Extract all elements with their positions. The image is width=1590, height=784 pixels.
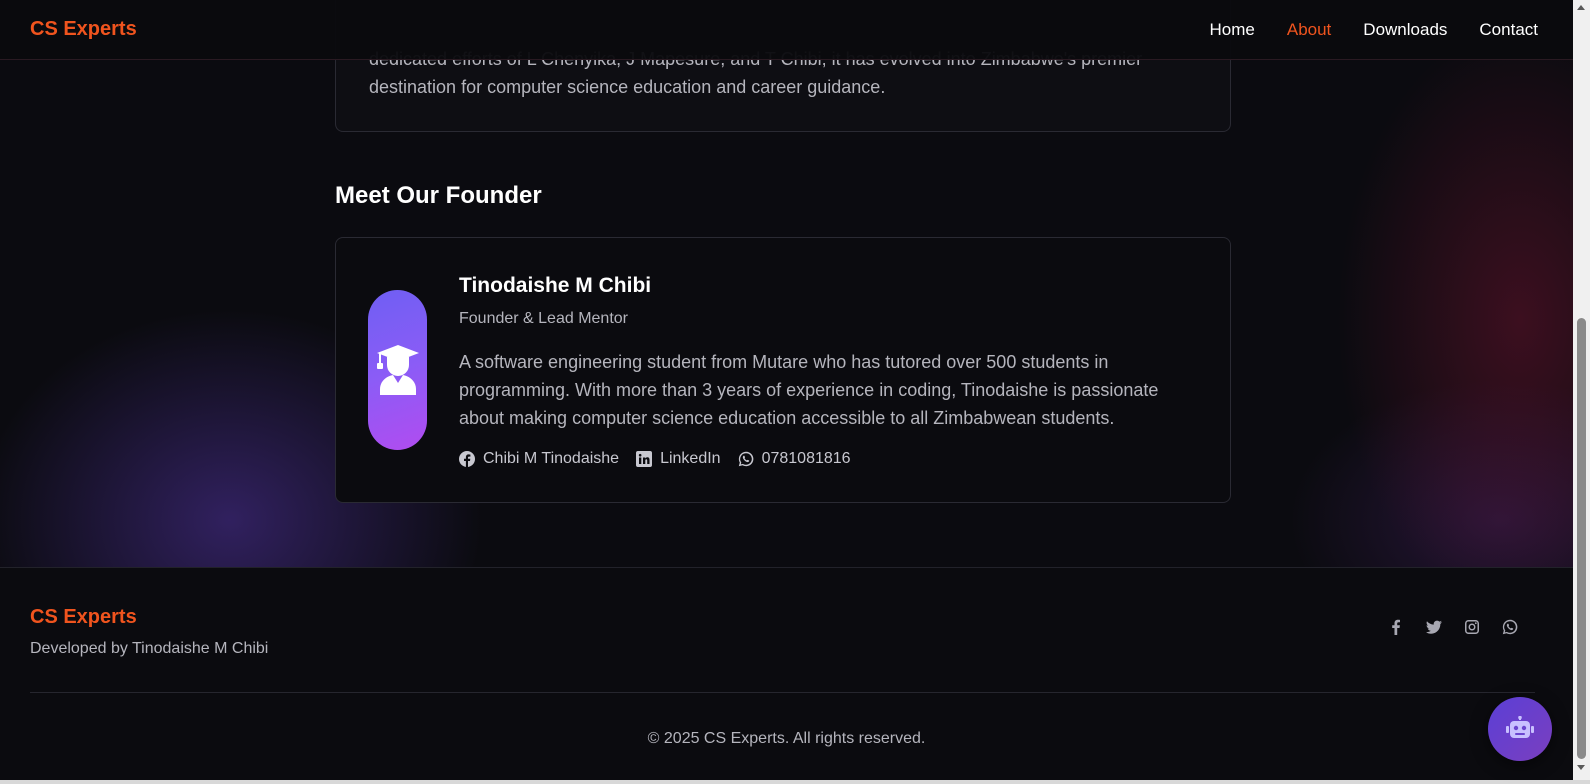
chatbot-button[interactable] [1488,697,1552,761]
founder-facebook-link[interactable]: Chibi M Tinodaishe [459,450,619,468]
founder-bio: A software engineering student from Muta… [459,352,1159,428]
founder-card: Tinodaishe M Chibi Founder & Lead Mentor… [335,237,1231,503]
footer-whatsapp-link[interactable] [1502,619,1518,640]
page-scrollbar[interactable] [1573,0,1590,784]
twitter-icon [1426,620,1442,634]
nav-links: Home About Downloads Contact [1210,20,1544,40]
founder-section-title: Meet Our Founder [335,182,542,209]
founder-role: Founder & Lead Mentor [459,310,628,327]
founder-contact-links: Chibi M Tinodaishe LinkedIn 0781081816 [459,450,851,468]
founder-avatar [368,290,427,450]
linkedin-label: LinkedIn [660,450,721,467]
scroll-up-arrow[interactable] [1577,5,1585,10]
linkedin-icon [636,451,653,467]
footer-social-links [1388,619,1518,640]
footer-instagram-link[interactable] [1464,619,1480,640]
facebook-label: Chibi M Tinodaishe [483,450,620,467]
footer-twitter-link[interactable] [1426,619,1442,640]
facebook-icon [459,451,475,467]
founder-linkedin-link[interactable]: LinkedIn [636,450,721,468]
founder-whatsapp-link[interactable]: 0781081816 [738,450,851,468]
footer-facebook-link[interactable] [1388,619,1404,640]
footer-brand[interactable]: CS Experts [30,606,137,629]
footer-developer-credit: Developed by Tinodaishe M Chibi [30,640,269,657]
nav-downloads-link[interactable]: Downloads [1363,20,1447,40]
founder-name: Tinodaishe M Chibi [459,274,652,297]
brand-logo[interactable]: CS Experts [30,18,137,41]
nav-about-link[interactable]: About [1287,20,1331,40]
whatsapp-icon [738,451,753,467]
nav-home-link[interactable]: Home [1210,20,1255,40]
robot-icon [1506,716,1534,738]
copyright-text: © 2025 CS Experts. All rights reserved. [647,730,926,747]
nav-contact-link[interactable]: Contact [1479,20,1538,40]
footer-divider [30,692,1535,693]
window-bottom-edge [0,780,1590,784]
instagram-icon [1465,620,1479,634]
scroll-down-arrow[interactable] [1577,765,1585,770]
whatsapp-icon [1502,619,1518,635]
whatsapp-label: 0781081816 [761,450,851,467]
facebook-icon [1392,619,1400,635]
site-footer: CS Experts Developed by Tinodaishe M Chi… [0,567,1573,784]
scroll-thumb[interactable] [1577,318,1586,759]
top-navbar: CS Experts Home About Downloads Contact [0,0,1573,60]
graduate-icon [376,345,419,395]
